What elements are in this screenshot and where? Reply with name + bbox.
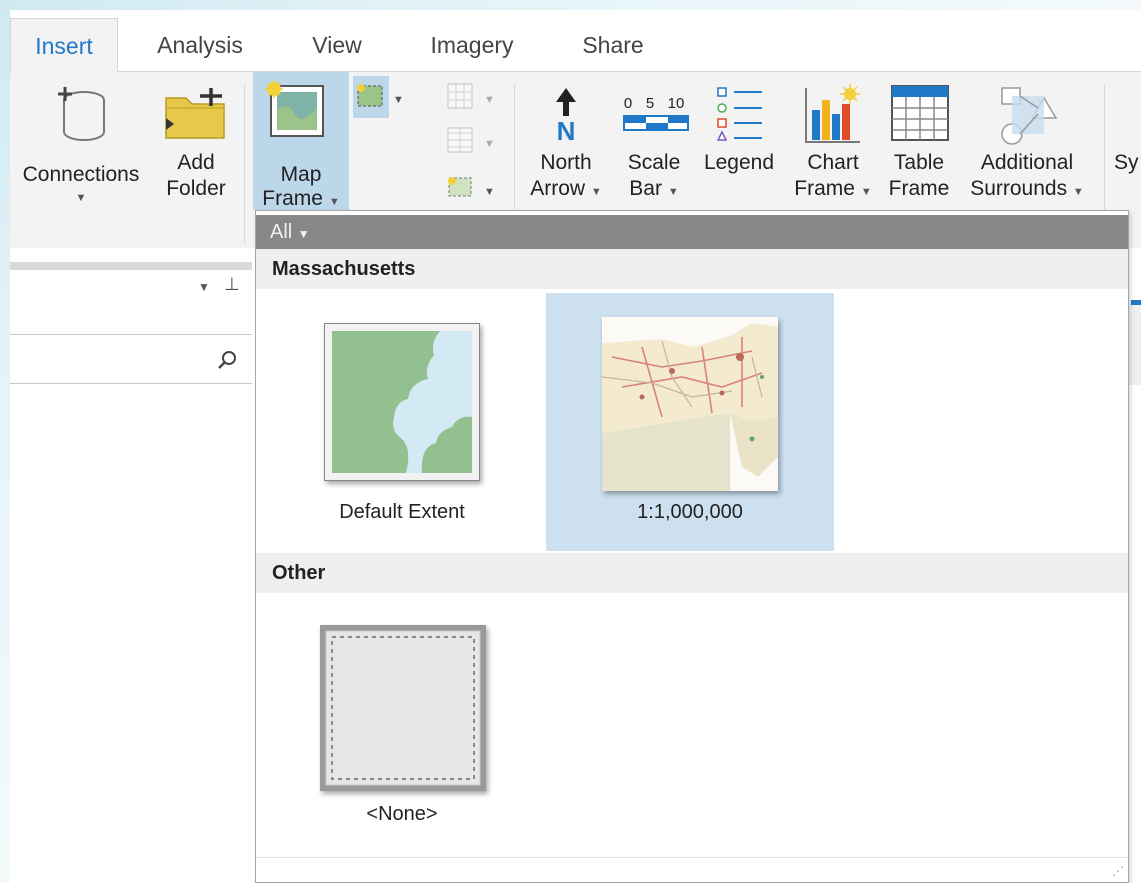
section-header-massachusetts: Massachusetts	[256, 249, 1128, 289]
section-title: Other	[272, 562, 326, 584]
chevron-down-icon: ▼	[484, 138, 495, 150]
chevron-down-icon: ▼	[484, 186, 495, 198]
window-background-left	[0, 0, 10, 883]
graticule-icon	[447, 127, 473, 153]
scale-bar-label-2: Bar ▼	[629, 177, 679, 200]
group-separator	[244, 84, 245, 244]
gallery-filter-label: All	[270, 221, 293, 243]
additional-surrounds-label-2: Surrounds ▼	[970, 177, 1084, 200]
chevron-down-icon: ▼	[297, 227, 310, 241]
scale-tick-10: 10	[668, 95, 685, 112]
tab-imagery[interactable]: Imagery	[420, 18, 524, 72]
tab-insert[interactable]: Insert	[10, 18, 118, 73]
chart-frame-icon	[805, 84, 860, 143]
legend-icon	[716, 87, 762, 141]
north-letter: N	[557, 116, 576, 142]
chart-frame-label-2: Frame ▼	[794, 177, 872, 200]
tab-share[interactable]: Share	[576, 18, 650, 72]
section-title: Massachusetts	[272, 258, 416, 280]
ribbon-tabs: Insert Analysis View Imagery Share	[10, 10, 1141, 73]
search-input[interactable]	[10, 334, 252, 384]
additional-surrounds-button[interactable]: Additional Surrounds ▼	[960, 82, 1094, 212]
pane-header-strip	[10, 262, 252, 270]
symbol-label-cutoff: Sy	[1114, 151, 1139, 174]
section-header-other: Other	[256, 553, 1128, 593]
gallery-filter-dropdown[interactable]: All ▼	[256, 215, 1128, 249]
add-folder-button[interactable]: Add Folder	[160, 82, 232, 212]
search-icon[interactable]	[216, 349, 238, 371]
scale-bar-icon: 0 5 10	[623, 95, 689, 131]
chart-frame-button[interactable]: Chart Frame ▼	[788, 82, 878, 212]
gallery-item-none[interactable]: <None>	[260, 599, 544, 849]
table-frame-button[interactable]: Table Frame	[882, 82, 956, 212]
table-frame-label-2: Frame	[888, 177, 950, 200]
map-frame-button[interactable]: Map Frame ▼	[253, 72, 349, 210]
map-frame-gallery: All ▼ Massachusetts Default Extent 1:1,0…	[255, 210, 1129, 883]
scale-tick-0: 0	[624, 95, 632, 112]
table-frame-icon	[891, 85, 949, 141]
north-arrow-button[interactable]: N North Arrow ▼	[520, 82, 612, 212]
default-extent-label: Default Extent	[339, 501, 465, 523]
symbol-button-cutoff[interactable]: Sy	[1114, 150, 1141, 180]
north-arrow-label-2: Arrow ▼	[530, 177, 602, 200]
extent-indicator-button[interactable]: ▼	[440, 170, 500, 206]
chevron-down-icon: ▼	[393, 94, 404, 106]
legend-button[interactable]: Legend	[698, 82, 780, 212]
none-frame-thumbnail	[320, 625, 486, 791]
massachusetts-map-thumbnail	[602, 317, 778, 491]
background-panel-fragment	[1128, 300, 1141, 385]
database-connection-icon	[58, 87, 105, 141]
north-arrow-icon: N	[556, 88, 576, 142]
add-folder-icon	[165, 88, 225, 139]
tab-analysis[interactable]: Analysis	[148, 18, 252, 72]
table-frame-label-1: Table	[893, 151, 945, 174]
connections-label: Connections	[22, 163, 140, 186]
map-frame-small-icon	[357, 84, 383, 107]
scale-1-1000000-label: 1:1,000,000	[637, 501, 743, 523]
default-extent-thumbnail	[324, 323, 480, 481]
gallery-item-1-1000000[interactable]: 1:1,000,000	[546, 293, 834, 551]
pane-toolbar: ▼ ⊥	[10, 270, 252, 312]
chevron-down-icon: ▼	[484, 94, 495, 106]
background-accent-fragment	[1131, 300, 1141, 305]
tab-view[interactable]: View	[300, 18, 374, 72]
chart-frame-label-1: Chart	[807, 151, 859, 174]
gallery-item-default-extent[interactable]: Default Extent	[260, 293, 544, 551]
scale-bar-label-1: Scale	[627, 151, 681, 174]
chevron-down-icon: ▼	[75, 192, 87, 204]
pane-options-chevron-down-icon[interactable]: ▼	[198, 280, 210, 294]
window-background	[0, 0, 1141, 10]
additional-surrounds-label-1: Additional	[980, 151, 1074, 174]
add-folder-label-2: Folder	[166, 177, 226, 200]
map-frame-icon	[265, 80, 324, 137]
legend-label: Legend	[703, 151, 775, 174]
north-arrow-label-1: North	[540, 151, 592, 174]
grid-icon	[447, 83, 473, 109]
extent-indicator-icon	[448, 177, 472, 197]
gallery-footer-divider	[256, 857, 1128, 858]
pin-icon[interactable]: ⊥	[224, 274, 240, 295]
resize-grip-icon[interactable]: ⋰	[1112, 864, 1124, 878]
disabled-tool-2[interactable]: ▼	[440, 122, 500, 158]
map-frame-label-1: Map	[280, 163, 322, 186]
scale-bar-button[interactable]: 0 5 10 Scale Bar ▼	[614, 82, 694, 212]
add-folder-label-1: Add	[177, 151, 215, 174]
additional-surrounds-icon	[1001, 87, 1058, 145]
scale-tick-5: 5	[646, 95, 654, 112]
reshape-map-frame-button[interactable]: ▼	[353, 78, 409, 114]
none-label: <None>	[366, 803, 438, 825]
disabled-tool-1[interactable]: ▼	[440, 78, 500, 114]
connections-button[interactable]: Connections ▼	[10, 82, 152, 212]
